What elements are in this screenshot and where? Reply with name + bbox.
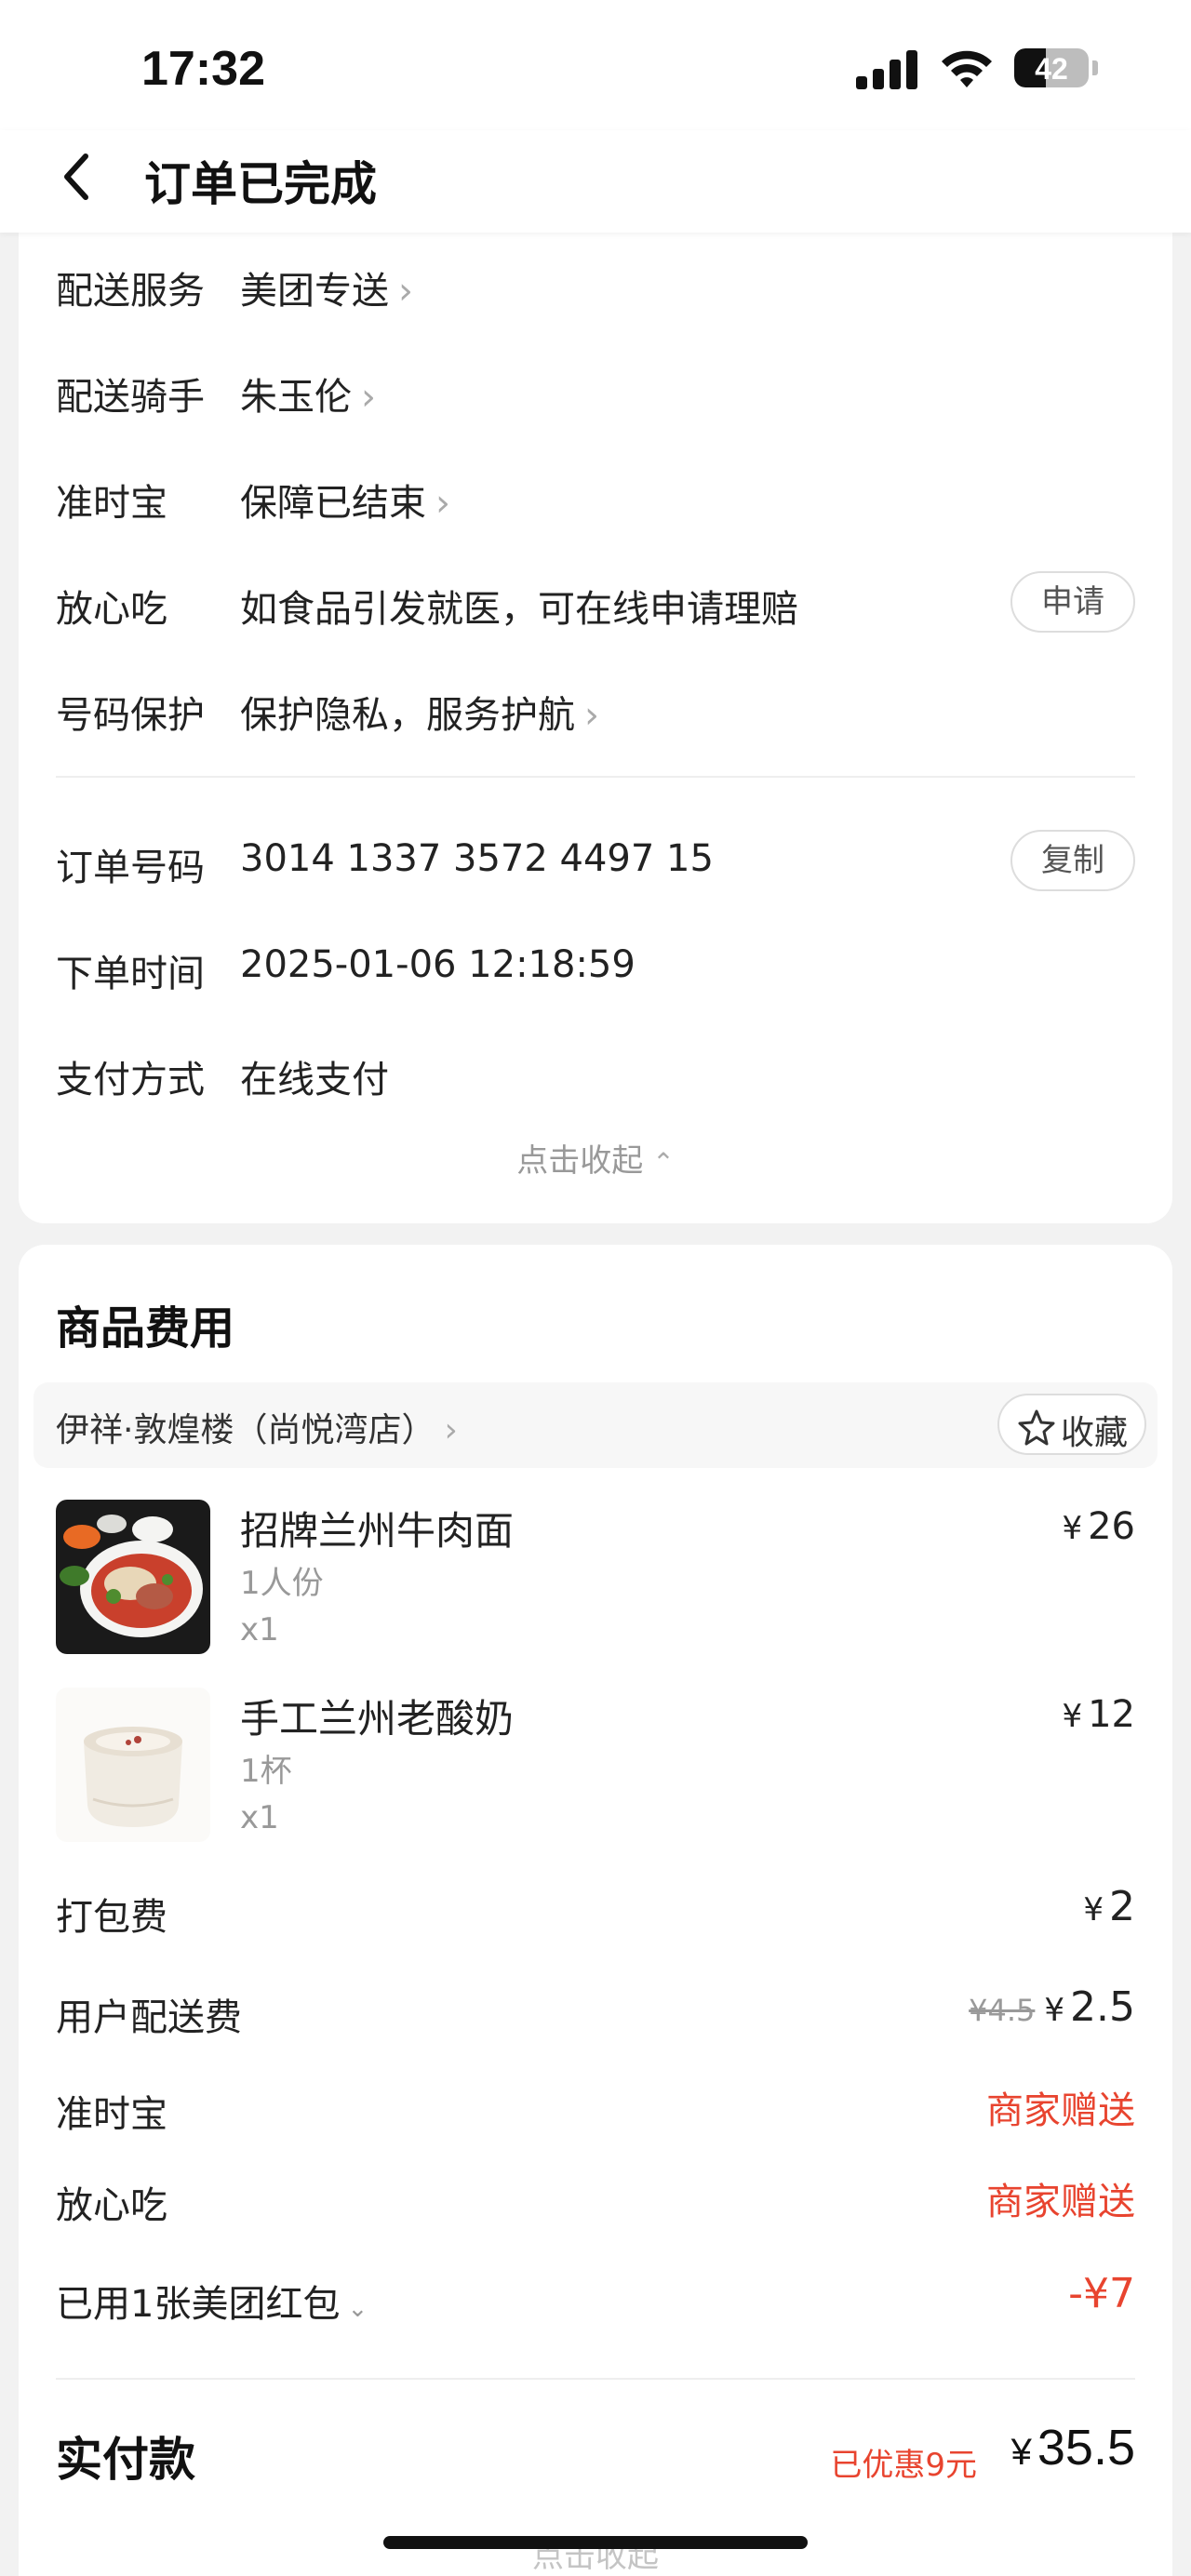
total-value: ¥35.5: [1010, 2420, 1135, 2476]
food-safety-row: 放心吃 如食品引发就医，可在线申请理赔 申请: [56, 569, 1135, 634]
apply-claim-button[interactable]: 申请: [1010, 571, 1135, 633]
order-time-row: 下单时间 2025-01-06 12:18:59: [56, 934, 1135, 999]
battery-cap: [1092, 60, 1098, 75]
home-indicator[interactable]: [383, 2536, 808, 2549]
payment-method-row: 支付方式 在线支付: [56, 1040, 1135, 1105]
total-saved: 已优惠9元: [830, 2447, 977, 2484]
fees-card: 商品费用 伊祥·敦煌楼（尚悦湾店） › 收藏 招牌兰州牛肉面 1人份 x1 ¥ …: [19, 1245, 1172, 2576]
product-name: 手工兰州老酸奶: [240, 1696, 515, 1742]
info-label: 配送服务: [56, 270, 205, 313]
divider: [56, 2378, 1135, 2380]
delivery-service-row[interactable]: 配送服务 美团专送 ›: [56, 251, 1135, 316]
chevron-right-icon: ›: [584, 694, 599, 737]
chevron-down-icon: ⌄: [347, 2295, 368, 2323]
total-row: 实付款 已优惠9元 ¥35.5: [56, 2408, 1135, 2491]
product-price: ¥26: [1062, 1505, 1135, 1548]
delivery-fee-value: ¥4.5 ¥2.5: [969, 1983, 1135, 2031]
collapse-label: 点击收起: [516, 1142, 644, 1180]
section-title: 商品费用: [56, 1302, 235, 1355]
info-label: 放心吃: [56, 588, 167, 631]
divider: [56, 776, 1135, 778]
product-spec: 1杯: [240, 1753, 292, 1790]
back-arrow-icon[interactable]: [54, 149, 100, 205]
info-label: 准时宝: [56, 482, 167, 525]
status-time: 17:32: [141, 42, 265, 96]
wifi-icon: [942, 50, 992, 87]
product-spec: 1人份: [240, 1565, 324, 1602]
shop-bar[interactable]: 伊祥·敦煌楼（尚悦湾店） › 收藏: [33, 1382, 1158, 1468]
order-time: 2025-01-06 12:18:59: [240, 943, 636, 986]
delivery-fee-row: 用户配送费 ¥4.5 ¥2.5: [56, 1978, 1135, 2043]
fee-label: 用户配送费: [56, 1996, 242, 2039]
fee-label: 准时宝: [56, 2093, 167, 2136]
cellular-signal-icon: [856, 48, 919, 89]
product-name: 招牌兰州牛肉面: [240, 1508, 515, 1554]
info-label: 下单时间: [56, 953, 205, 995]
total-label: 实付款: [56, 2433, 195, 2487]
favorite-label: 收藏: [1061, 1414, 1129, 1452]
nav-bar: 订单已完成: [0, 130, 1191, 233]
product-price: ¥12: [1062, 1693, 1135, 1736]
collapse-button[interactable]: 点击收起 ⌃: [19, 1135, 1172, 1181]
fee-label: 已用1张美团红包 ⌄: [56, 2283, 368, 2326]
packing-fee-value: ¥2: [1083, 1883, 1135, 1930]
copy-button[interactable]: 复制: [1010, 830, 1135, 891]
chevron-right-icon: ›: [398, 270, 413, 313]
fee-label: 打包费: [56, 1896, 167, 1939]
product-quantity: x1: [240, 1611, 279, 1648]
food-safety-fee-row: 放心吃 商家赠送: [56, 2166, 1135, 2231]
info-value: 保护隐私，服务护航 ›: [240, 694, 599, 737]
number-protection-row[interactable]: 号码保护 保护隐私，服务护航 ›: [56, 675, 1135, 741]
info-value: 如食品引发就医，可在线申请理赔: [240, 588, 798, 631]
info-label: 号码保护: [56, 694, 205, 737]
fee-label: 放心吃: [56, 2184, 167, 2227]
shop-name: 伊祥·敦煌楼（尚悦湾店） ›: [56, 1411, 458, 1449]
order-number-row: 订单号码 3014 1337 3572 4497 15 复制: [56, 828, 1135, 893]
order-info-card: 配送服务 美团专送 › 配送骑手 朱玉伦 › 准时宝 保障已结束 › 放心吃 如食品引…: [19, 205, 1172, 1223]
food-safety-fee-value: 商家赠送: [986, 2181, 1135, 2223]
star-icon: [1018, 1409, 1055, 1446]
product-image-yogurt: [56, 1688, 210, 1842]
ontime-fee-value: 商家赠送: [986, 2089, 1135, 2132]
info-label: 订单号码: [56, 847, 205, 889]
rider-row[interactable]: 配送骑手 朱玉伦 ›: [56, 357, 1135, 422]
status-icons: 42: [856, 45, 1098, 97]
chevron-right-icon: ›: [444, 1411, 458, 1449]
battery-icon: 42: [1014, 48, 1089, 87]
original-delivery-fee: ¥4.5: [969, 1993, 1036, 2028]
chevron-right-icon: ›: [435, 482, 450, 525]
battery-level: 42: [1035, 52, 1068, 86]
favorite-button[interactable]: 收藏: [997, 1394, 1146, 1455]
product-item[interactable]: 手工兰州老酸奶 1杯 x1 ¥12: [56, 1688, 1135, 1855]
info-label: 配送骑手: [56, 376, 205, 419]
chevron-right-icon: ›: [361, 376, 376, 419]
ontime-guarantee-row[interactable]: 准时宝 保障已结束 ›: [56, 463, 1135, 528]
info-value: 朱玉伦 ›: [240, 376, 376, 419]
page-title: 订单已完成: [144, 157, 377, 211]
product-image-beef-noodle: [56, 1500, 210, 1654]
red-packet-value: -¥7: [1068, 2270, 1135, 2317]
payment-method: 在线支付: [240, 1059, 389, 1101]
info-label: 支付方式: [56, 1059, 205, 1101]
product-item[interactable]: 招牌兰州牛肉面 1人份 x1 ¥26: [56, 1500, 1135, 1667]
ontime-fee-row: 准时宝 商家赠送: [56, 2075, 1135, 2140]
status-bar: 17:32 42: [0, 0, 1191, 130]
chevron-up-icon: ⌃: [652, 1147, 675, 1178]
product-quantity: x1: [240, 1799, 279, 1836]
red-packet-row[interactable]: 已用1张美团红包 ⌄ -¥7: [56, 2264, 1135, 2329]
info-value: 保障已结束 ›: [240, 482, 450, 525]
info-value: 美团专送 ›: [240, 270, 413, 313]
order-number: 3014 1337 3572 4497 15: [240, 837, 714, 880]
packing-fee-row: 打包费 ¥2: [56, 1877, 1135, 1942]
